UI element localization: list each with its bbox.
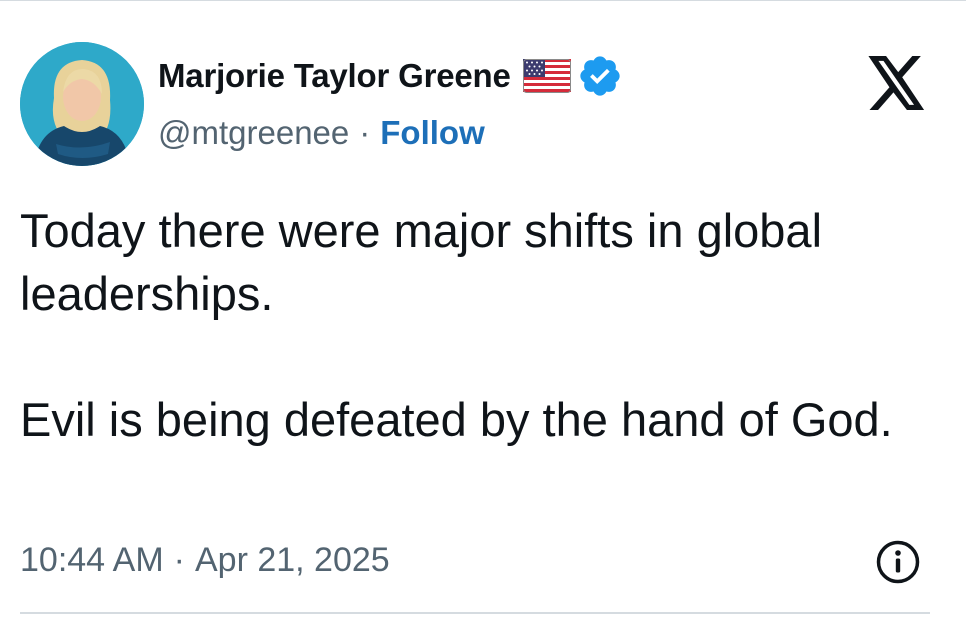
tweet-timestamp[interactable]: 10:44 AM · Apr 21, 2025 — [20, 536, 390, 584]
author-name-row: Marjorie Taylor Greene — [158, 54, 623, 98]
author-handle[interactable]: @mtgreenee — [158, 114, 349, 152]
divider — [20, 612, 930, 614]
avatar[interactable] — [20, 42, 144, 166]
separator-dot: · — [173, 540, 185, 579]
author-display-name[interactable]: Marjorie Taylor Greene — [158, 57, 511, 95]
tweet-card: Marjorie Taylor Greene @mtgreenee · Foll… — [0, 0, 966, 618]
tweet-time: 10:44 AM — [20, 540, 164, 579]
author-handle-row: @mtgreenee · Follow — [158, 111, 485, 155]
us-flag-icon — [522, 59, 571, 93]
info-icon[interactable] — [875, 539, 921, 585]
separator-dot: · — [359, 114, 371, 151]
follow-button[interactable]: Follow — [380, 114, 484, 152]
x-logo-icon[interactable] — [866, 56, 928, 110]
verified-badge-icon — [577, 53, 623, 99]
tweet-date: Apr 21, 2025 — [194, 540, 390, 579]
tweet-text: Today there were major shifts in global … — [20, 204, 893, 446]
